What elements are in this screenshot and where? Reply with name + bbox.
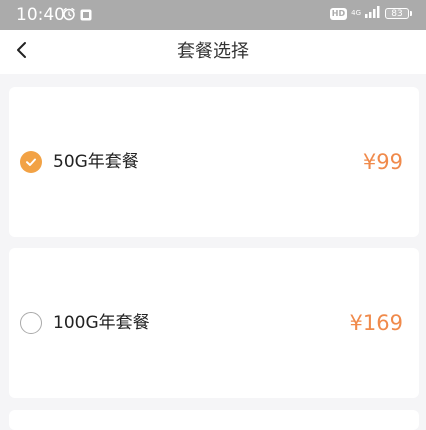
- signal-icon: [365, 6, 381, 21]
- plan-price: ¥99: [362, 150, 403, 174]
- plan-price: ¥169: [349, 311, 403, 335]
- plan-name: 50G年套餐: [53, 152, 139, 172]
- app-notification-icon: [80, 6, 92, 25]
- plan-card[interactable]: 100G年套餐 ¥169: [9, 248, 419, 398]
- network-type: 4G: [351, 10, 361, 17]
- status-left-icons: [62, 6, 92, 25]
- radio-unchecked-icon[interactable]: [20, 312, 42, 334]
- status-right-icons: HD 4G 83: [329, 6, 412, 21]
- battery-level: 83: [385, 8, 409, 19]
- alarm-icon: [62, 6, 76, 25]
- radio-checked-icon[interactable]: [20, 151, 42, 173]
- plan-name: 100G年套餐: [53, 313, 150, 333]
- network-type-label: 4G: [351, 9, 361, 17]
- status-bar: 10:40 HD 4G 83: [0, 0, 426, 30]
- status-time: 10:40: [16, 5, 65, 25]
- plan-card-partial: [9, 410, 419, 430]
- hd-icon: HD: [329, 7, 348, 20]
- plan-card[interactable]: 50G年套餐 ¥99: [9, 87, 419, 237]
- battery-icon: 83: [385, 8, 412, 19]
- nav-bar: 套餐选择: [0, 30, 426, 74]
- page-title: 套餐选择: [177, 41, 249, 62]
- battery-cap: [410, 11, 412, 16]
